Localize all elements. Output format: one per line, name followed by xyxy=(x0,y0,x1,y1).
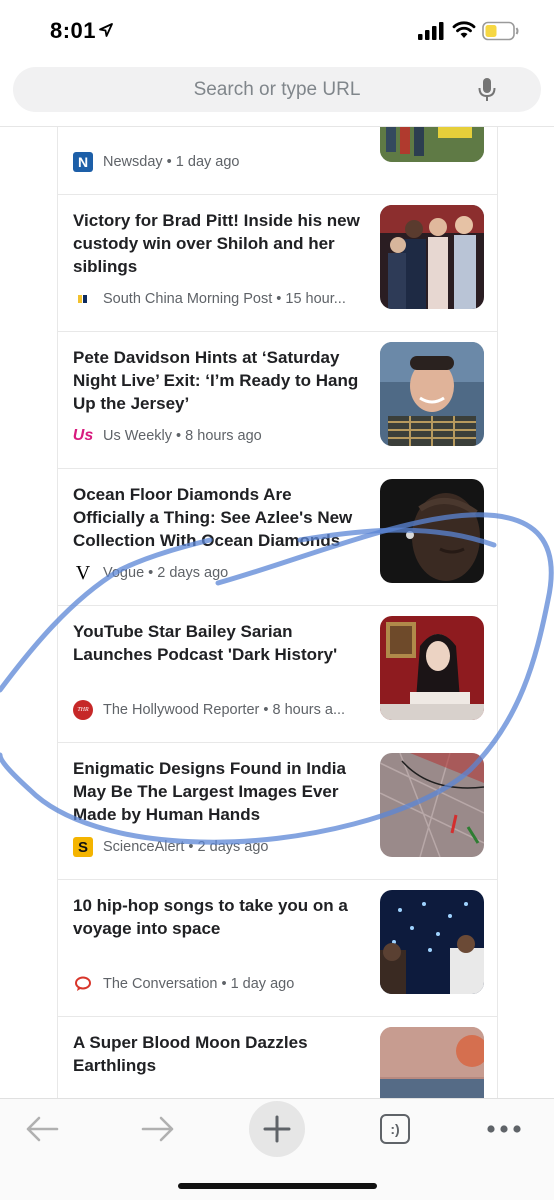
card-source: S ScienceAlert • 2 days ago xyxy=(73,837,373,857)
article-title[interactable]: YouTube Star Bailey Sarian Launches Podc… xyxy=(73,620,368,666)
source-line: Us Weekly • 8 hours ago xyxy=(103,428,262,444)
home-indicator xyxy=(178,1183,377,1189)
article-thumbnail[interactable] xyxy=(380,753,484,857)
sciencealert-logo: S xyxy=(73,837,93,857)
tab-switcher-icon: :) xyxy=(380,1114,410,1144)
location-arrow-icon xyxy=(99,23,113,37)
card-source: V Vogue • 2 days ago xyxy=(73,563,373,583)
article-thumbnail[interactable] xyxy=(380,890,484,994)
forward-button[interactable] xyxy=(133,1109,183,1149)
source-age: 1 day ago xyxy=(175,154,240,170)
source-line: The Conversation • 1 day ago xyxy=(103,976,295,992)
more-dots-icon xyxy=(487,1125,521,1133)
news-card[interactable]: Ocean Floor Diamonds Are Officially a Th… xyxy=(58,469,497,606)
article-thumbnail[interactable] xyxy=(380,342,484,446)
source-line: South China Morning Post • 15 hour... xyxy=(103,291,346,307)
card-source: The Conversation • 1 day ago xyxy=(73,974,373,994)
svg-text:N: N xyxy=(78,154,88,170)
status-time: 8:01 xyxy=(50,18,97,43)
news-card[interactable]: N Newsday • 1 day ago xyxy=(58,127,497,195)
back-arrow-icon xyxy=(26,1116,59,1142)
address-bar[interactable]: Search or type URL xyxy=(13,67,541,112)
news-feed[interactable]: N Newsday • 1 day ago Victory for Brad P… xyxy=(57,127,498,1098)
card-source: THR The Hollywood Reporter • 8 hours a..… xyxy=(73,700,373,720)
source-name: Newsday xyxy=(103,154,163,170)
article-title[interactable]: Ocean Floor Diamonds Are Officially a Th… xyxy=(73,483,368,552)
article-title[interactable]: A Super Blood Moon Dazzles Earthlings xyxy=(73,1031,368,1077)
status-bar: 8:01 xyxy=(0,0,554,60)
the-conversation-logo xyxy=(73,974,93,994)
article-thumbnail[interactable] xyxy=(380,205,484,309)
article-thumbnail[interactable] xyxy=(380,616,484,720)
source-line: Vogue • 2 days ago xyxy=(103,565,229,581)
more-menu-button[interactable] xyxy=(479,1109,529,1149)
thr-logo: THR xyxy=(73,700,93,720)
news-card[interactable]: 10 hip-hop songs to take you on a voyage… xyxy=(58,880,497,1017)
article-title[interactable]: Pete Davidson Hints at ‘Saturday Night L… xyxy=(73,346,368,415)
newsday-logo: N xyxy=(73,152,93,172)
microphone-icon[interactable] xyxy=(477,77,497,103)
forward-arrow-icon xyxy=(141,1116,174,1142)
vogue-logo: V xyxy=(75,563,91,583)
source-line: The Hollywood Reporter • 8 hours a... xyxy=(103,702,346,718)
news-card[interactable]: Pete Davidson Hints at ‘Saturday Night L… xyxy=(58,332,497,469)
article-thumbnail[interactable] xyxy=(380,127,484,162)
battery-icon xyxy=(482,21,519,41)
article-thumbnail[interactable] xyxy=(380,1027,484,1098)
news-card[interactable]: A Super Blood Moon Dazzles Earthlings xyxy=(58,1017,497,1098)
news-card[interactable]: Victory for Brad Pitt! Inside his new cu… xyxy=(58,195,497,332)
source-line: ScienceAlert • 2 days ago xyxy=(103,839,269,855)
news-card[interactable]: Enigmatic Designs Found in India May Be … xyxy=(58,743,497,880)
cellular-signal-icon xyxy=(418,22,444,40)
us-weekly-logo: Us xyxy=(73,427,94,444)
back-button[interactable] xyxy=(17,1109,67,1149)
card-source: N Newsday • 1 day ago xyxy=(73,152,373,172)
article-title[interactable]: 10 hip-hop songs to take you on a voyage… xyxy=(73,894,368,940)
tab-switcher-button[interactable]: :) xyxy=(370,1109,420,1149)
card-source: South China Morning Post • 15 hour... xyxy=(73,289,373,309)
new-tab-button[interactable] xyxy=(249,1101,305,1157)
news-card[interactable]: YouTube Star Bailey Sarian Launches Podc… xyxy=(58,606,497,743)
plus-icon xyxy=(263,1115,291,1143)
article-title[interactable]: Enigmatic Designs Found in India May Be … xyxy=(73,757,368,826)
scmp-logo xyxy=(73,289,93,309)
card-source: Us Us Weekly • 8 hours ago xyxy=(73,426,373,446)
search-placeholder: Search or type URL xyxy=(193,79,361,100)
article-title[interactable]: Victory for Brad Pitt! Inside his new cu… xyxy=(73,209,368,278)
article-thumbnail[interactable] xyxy=(380,479,484,583)
wifi-icon xyxy=(452,21,476,38)
